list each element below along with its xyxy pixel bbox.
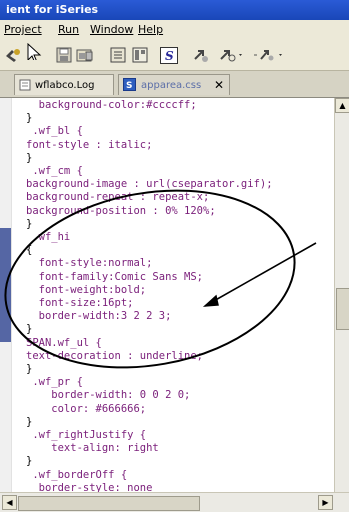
tab-wflabco-log[interactable]: wflabco.Log [14,74,114,95]
code-line: .wf_pr { [26,376,83,389]
code-line: font-family:Comic Sans MS; [26,270,204,283]
build-icon[interactable] [110,47,126,64]
code-line: } [26,323,33,336]
scroll-up-icon[interactable]: ▲ [335,98,349,113]
scroll-right-icon[interactable]: ▶ [318,495,333,510]
close-icon[interactable]: ✕ [214,78,224,92]
code-line: SPAN.wf_ul { [26,336,102,349]
open-icon[interactable] [76,47,94,64]
code-line: border-width:3 2 2 3; [26,310,172,323]
file-icon [19,79,31,91]
code-line: border-width: 0 0 2 0; [26,389,191,402]
svg-text:S: S [165,49,174,63]
code-line: .wf_hi [26,231,71,243]
code-line: .wf_borderOff { [26,468,128,481]
code-line: background-image : url(cseparator.gif); [26,178,273,191]
tool-icon[interactable] [252,47,286,64]
code-line: font-weight:bold; [26,283,147,296]
svg-text:S: S [126,81,132,91]
vertical-scroll-thumb[interactable] [336,288,349,330]
code-line: .wf_cm { [26,165,83,177]
tab-apparea-css[interactable]: S apparea.css ✕ [118,74,230,95]
code-line: } [26,151,33,164]
editor-tab-bar: wflabco.Log S apparea.css ✕ [0,71,349,98]
code-line: font-style : italic; [26,138,153,151]
ide-window: ient for iSeries Project Run Window Help… [0,0,349,512]
menu-window[interactable]: Window [90,23,133,36]
code-line: color: #666666; [26,402,147,415]
select-arrow-icon[interactable] [26,43,42,60]
editor-gutter [0,98,12,492]
code-line: } [26,112,33,125]
horizontal-scrollbar[interactable]: ◀ ▶ [0,492,349,512]
vertical-scrollbar[interactable]: ▲ [334,98,349,492]
code-line: text-align: right [26,442,159,455]
tab-label: apparea.css [141,80,202,91]
run-icon[interactable] [4,47,22,64]
code-line: } [26,363,33,375]
code-line: border-style: none [26,481,153,492]
gutter-marker [0,228,11,342]
style-s-icon[interactable]: S [160,47,178,64]
scroll-left-icon[interactable]: ◀ [2,495,17,510]
code-line: text-decoration : underline; [26,349,204,362]
horizontal-scroll-thumb[interactable] [18,496,200,511]
code-line: background-position : 0% 120%; [26,204,216,217]
code-line: background-repeat : repeat-x; [26,191,210,204]
layout-icon[interactable] [132,47,148,64]
css-file-icon: S [123,78,136,91]
save-icon[interactable] [56,47,72,64]
code-line: background-color:#ccccff; [26,99,197,111]
code-line: .wf_bl { [26,125,83,138]
code-line: } [26,455,33,468]
menu-bar: Project Run Window Help [0,20,349,40]
menu-help[interactable]: Help [138,23,163,36]
toolbar: S [0,40,349,71]
code-line: } [26,217,33,230]
code-line: { [26,244,33,257]
code-line: font-style:normal; [26,257,153,270]
menu-run[interactable]: Run [58,23,79,36]
code-line: .wf_rightJustify { [26,429,147,441]
code-editor[interactable]: background-color:#ccccff;} .wf_bl {font-… [0,98,334,492]
search-icon[interactable] [218,47,244,64]
title-bar: ient for iSeries [0,0,349,20]
code-line: font-size:16pt; [26,297,134,309]
menu-project[interactable]: Project [4,23,42,36]
code-line: } [26,415,33,428]
tab-label: wflabco.Log [35,80,95,91]
window-title: ient for iSeries [6,3,99,16]
link-icon[interactable] [192,47,210,64]
